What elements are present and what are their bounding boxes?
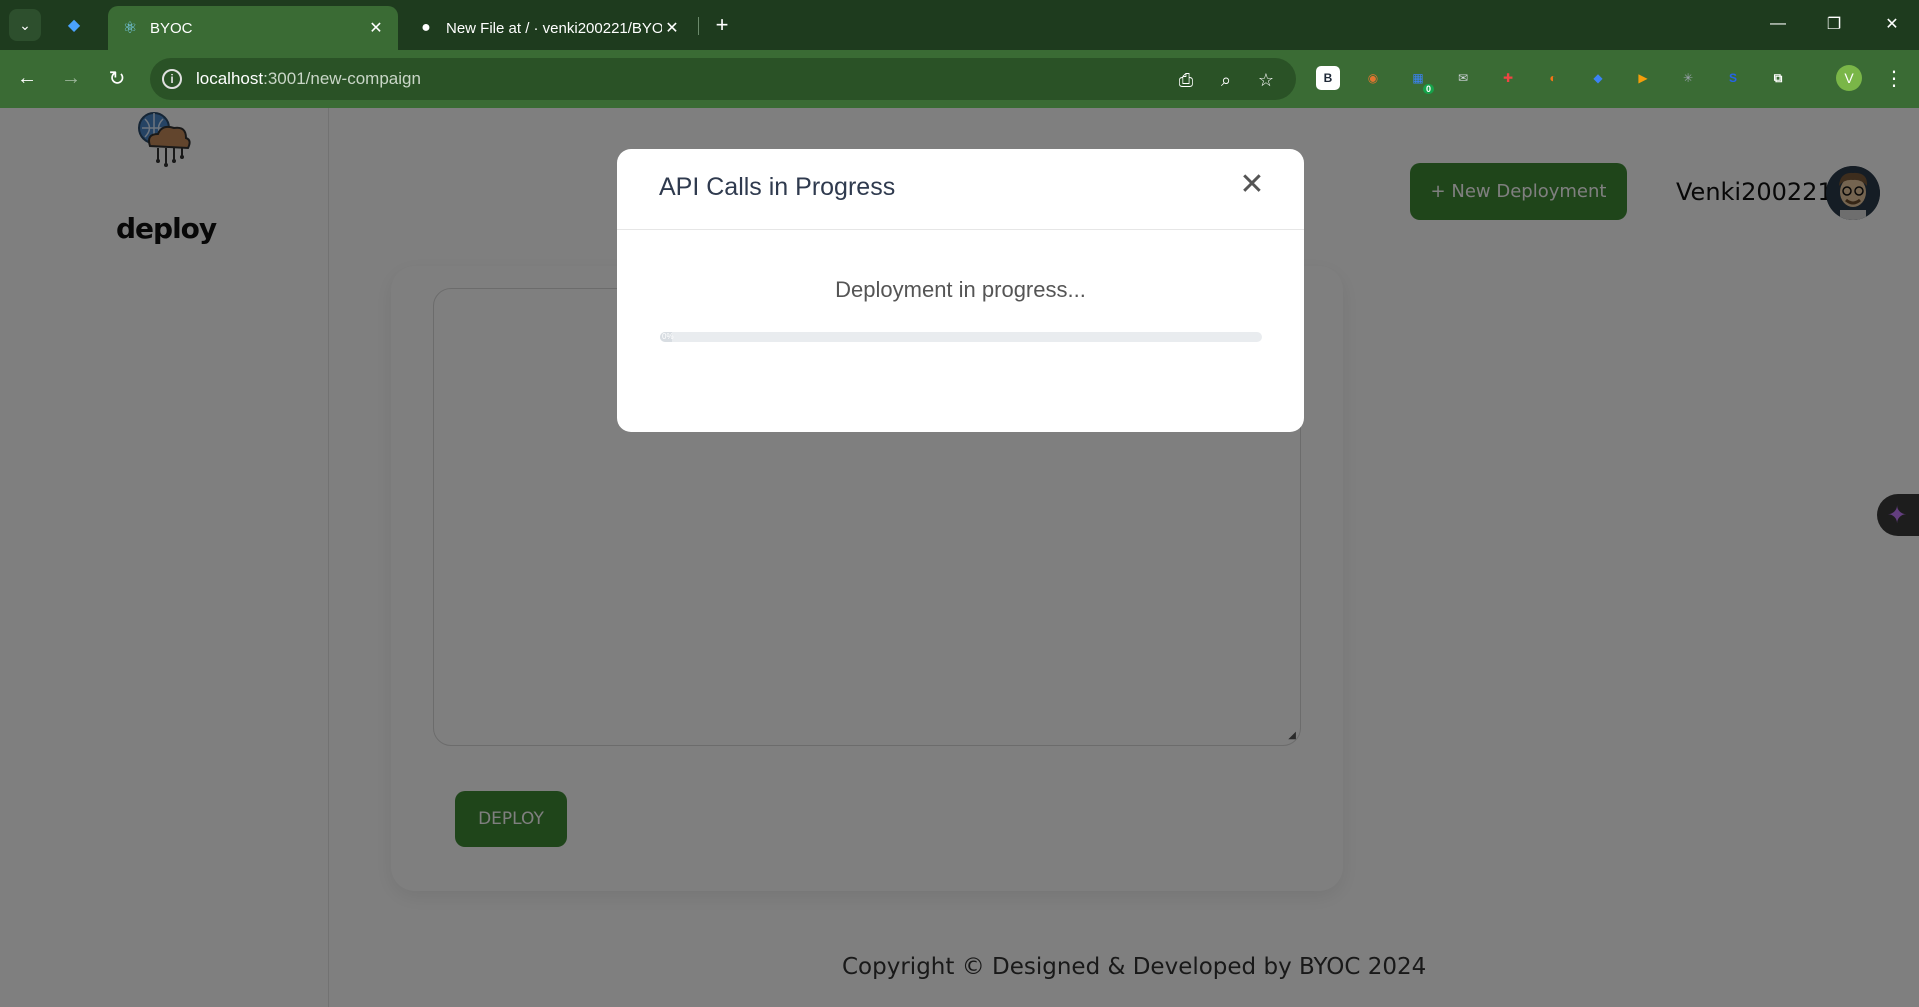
pinned-tab[interactable]: ◆ bbox=[58, 11, 90, 39]
profile-avatar[interactable]: V bbox=[1836, 65, 1862, 91]
tab-search-button[interactable]: ⌄ bbox=[9, 9, 41, 41]
progress-modal: API Calls in Progress ✕ Deployment in pr… bbox=[617, 149, 1304, 432]
progress-bar: 0% bbox=[660, 332, 1262, 342]
close-window-button[interactable]: ✕ bbox=[1872, 8, 1912, 40]
more-vertical-icon: ⋮ bbox=[1884, 67, 1904, 90]
minimize-icon: — bbox=[1770, 15, 1786, 32]
arrow-right-icon: → bbox=[61, 66, 81, 89]
diamond-extension-icon[interactable]: ◆ bbox=[1586, 66, 1610, 90]
modal-title: API Calls in Progress bbox=[659, 173, 896, 201]
forward-button[interactable]: → bbox=[55, 62, 87, 94]
tab-title: BYOC bbox=[150, 19, 193, 37]
puzzle-extension-icon[interactable]: ⧉ bbox=[1766, 66, 1790, 90]
site-info-icon[interactable]: i bbox=[162, 69, 182, 89]
browser-menu-button[interactable]: ⋮ bbox=[1880, 64, 1908, 92]
react-icon: ⚛ bbox=[122, 20, 138, 37]
github-icon: ● bbox=[421, 19, 431, 36]
address-bar[interactable]: i localhost:3001/new-compaign ⎙ ⌕ ☆ bbox=[150, 58, 1296, 100]
new-tab-button[interactable]: + bbox=[708, 11, 736, 39]
sparkle-extension-icon[interactable]: ✳ bbox=[1676, 66, 1700, 90]
plus-icon: + bbox=[715, 12, 729, 37]
tab-byoc[interactable]: ⚛ BYOC ✕ bbox=[108, 6, 398, 50]
modal-close-button[interactable]: ✕ bbox=[1237, 167, 1267, 201]
color-wheel-extension-icon[interactable]: ◉ bbox=[1361, 66, 1385, 90]
url-host: localhost bbox=[196, 69, 264, 88]
modal-header: API Calls in Progress ✕ bbox=[617, 149, 1304, 230]
blue-badge-extension-icon[interactable]: ▦ 0 bbox=[1406, 66, 1434, 94]
diamond-icon: ◆ bbox=[67, 17, 81, 34]
close-icon[interactable]: ✕ bbox=[366, 18, 386, 38]
bookmark-star-icon[interactable]: ☆ bbox=[1253, 67, 1279, 93]
arrow-left-icon: ← bbox=[17, 66, 37, 89]
restore-button[interactable]: ❐ bbox=[1814, 8, 1854, 40]
install-app-icon[interactable]: ⎙ bbox=[1173, 67, 1199, 93]
progress-label: 0% bbox=[662, 332, 674, 341]
tab-title: New File at / · venki200221/BYOC bbox=[446, 19, 662, 37]
url-path: :3001/new-compaign bbox=[263, 69, 421, 88]
play-extension-icon[interactable]: ▶ bbox=[1631, 66, 1655, 90]
close-icon: ✕ bbox=[1885, 16, 1899, 33]
restore-icon: ❐ bbox=[1826, 16, 1842, 33]
close-icon: ✕ bbox=[1239, 167, 1265, 201]
browser-tab-strip: ⌄ ◆ ⚛ BYOC ✕ ● New File at / · venki2002… bbox=[0, 0, 1919, 50]
tab-divider bbox=[698, 17, 699, 35]
reload-icon: ↻ bbox=[108, 67, 126, 90]
chevron-down-icon: ⌄ bbox=[19, 16, 31, 33]
extension-badge: 0 bbox=[1422, 84, 1434, 94]
tab-github[interactable]: ● New File at / · venki200221/BYOC ✕ bbox=[404, 6, 694, 50]
modal-status-text: Deployment in progress... bbox=[835, 277, 1086, 302]
reload-button[interactable]: ↻ bbox=[101, 62, 133, 94]
minimize-button[interactable]: — bbox=[1758, 8, 1798, 40]
b-extension-icon[interactable]: B bbox=[1316, 66, 1340, 90]
gmail-red-extension-icon[interactable]: ✚ bbox=[1496, 66, 1520, 90]
zoom-icon[interactable]: ⌕ bbox=[1213, 67, 1239, 93]
back-button[interactable]: ← bbox=[11, 62, 43, 94]
url-text[interactable]: localhost:3001/new-compaign bbox=[196, 69, 421, 89]
close-icon[interactable]: ✕ bbox=[662, 18, 682, 38]
mail-extension-icon[interactable]: ✉ bbox=[1451, 66, 1475, 90]
s-extension-icon[interactable]: S bbox=[1721, 66, 1745, 90]
firefox-like-extension-icon[interactable]: ◐ bbox=[1541, 66, 1565, 90]
